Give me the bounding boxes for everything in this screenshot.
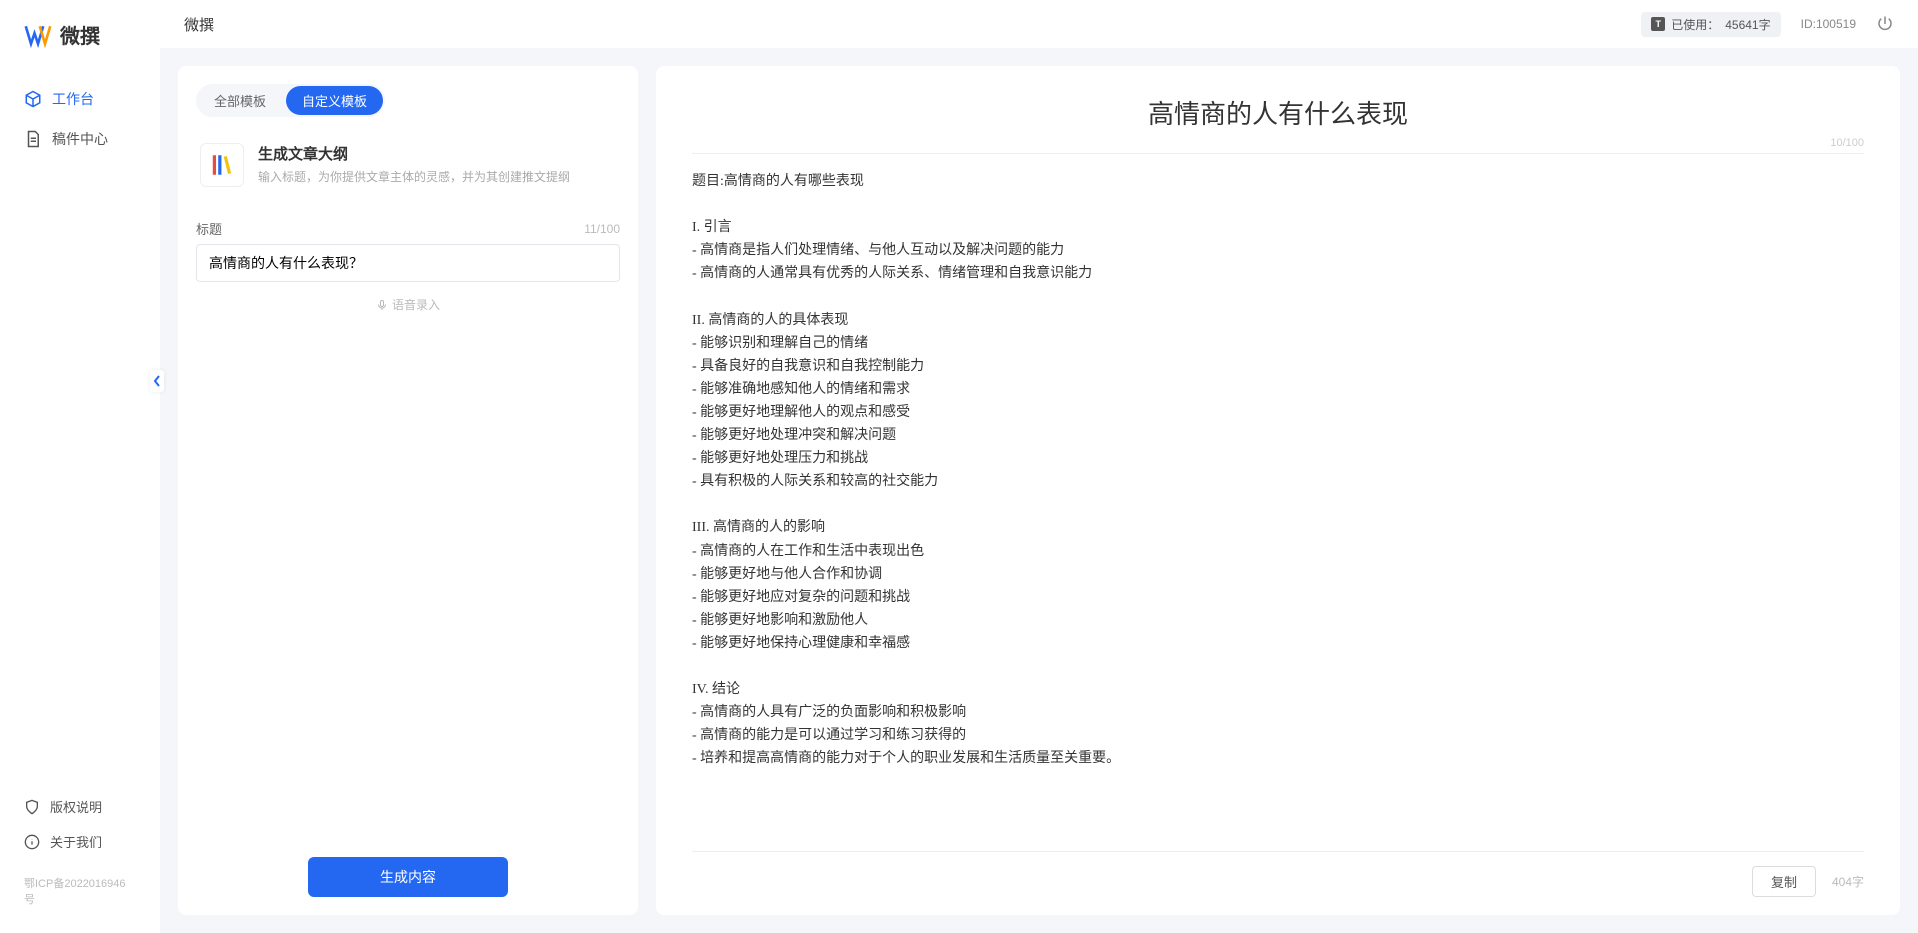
template-icon — [200, 143, 244, 187]
collapse-sidebar-button[interactable] — [150, 370, 164, 392]
logo[interactable]: 微撰 — [0, 20, 160, 79]
field-label: 标题 — [196, 219, 222, 238]
nav-drafts[interactable]: 稿件中心 — [0, 119, 160, 159]
chevron-left-icon — [153, 375, 161, 387]
title-char-count: 10/100 — [692, 137, 1864, 153]
title-field: 标题 11/100 — [196, 219, 620, 282]
title-input[interactable] — [196, 244, 620, 282]
usage-badge[interactable]: T 已使用： 45641字 — [1641, 12, 1780, 37]
template-title: 生成文章大纲 — [258, 143, 570, 164]
power-icon[interactable] — [1876, 15, 1894, 33]
text-icon: T — [1651, 17, 1665, 31]
usage-prefix: 已使用： — [1671, 16, 1719, 33]
microphone-icon — [376, 299, 388, 311]
output-footer: 复制 404字 — [692, 851, 1864, 897]
books-icon — [209, 152, 235, 178]
document-icon — [24, 130, 42, 148]
tab-custom-templates[interactable]: 自定义模板 — [286, 86, 383, 115]
nav-workbench[interactable]: 工作台 — [0, 79, 160, 119]
logo-icon — [24, 21, 52, 49]
template-tabs: 全部模板 自定义模板 — [196, 84, 385, 117]
brand-text: 微撰 — [60, 20, 100, 49]
footer-copyright[interactable]: 版权说明 — [0, 789, 160, 824]
sidebar: 微撰 工作台 稿件中心 版权说明 关于我们 鄂ICP备2022016946号 — [0, 0, 160, 933]
user-id: ID:100519 — [1801, 17, 1856, 31]
generate-button[interactable]: 生成内容 — [308, 857, 508, 897]
nav-label: 稿件中心 — [52, 129, 108, 149]
field-char-count: 11/100 — [584, 222, 620, 236]
nav-label: 工作台 — [52, 89, 94, 109]
cube-icon — [24, 90, 42, 108]
input-panel: 全部模板 自定义模板 生成文章大纲 输入标题，为你提供文章主体的灵感，并为其创建… — [178, 66, 638, 915]
template-card[interactable]: 生成文章大纲 输入标题，为你提供文章主体的灵感，并为其创建推文提纲 — [196, 135, 620, 195]
info-icon — [24, 834, 40, 850]
output-char-count: 404字 — [1832, 873, 1864, 890]
tab-all-templates[interactable]: 全部模板 — [198, 86, 282, 115]
topbar: 微撰 T 已使用： 45641字 ID:100519 — [160, 0, 1918, 48]
shield-icon — [24, 799, 40, 815]
document-body[interactable]: 题目:高情商的人有哪些表现 I. 引言 - 高情商是指人们处理情绪、与他人互动以… — [692, 170, 1864, 837]
output-panel: 高情商的人有什么表现 10/100 题目:高情商的人有哪些表现 I. 引言 - … — [656, 66, 1900, 915]
document-title[interactable]: 高情商的人有什么表现 — [692, 94, 1864, 131]
footer-nav: 版权说明 关于我们 — [0, 789, 160, 869]
footer-label: 关于我们 — [50, 832, 102, 851]
copy-button[interactable]: 复制 — [1752, 866, 1816, 897]
template-desc: 输入标题，为你提供文章主体的灵感，并为其创建推文提纲 — [258, 168, 570, 185]
icp-text: 鄂ICP备2022016946号 — [0, 869, 160, 913]
footer-label: 版权说明 — [50, 797, 102, 816]
divider — [692, 153, 1864, 154]
footer-about[interactable]: 关于我们 — [0, 824, 160, 859]
page-title: 微撰 — [184, 14, 1621, 35]
main-nav: 工作台 稿件中心 — [0, 79, 160, 789]
voice-input-button[interactable]: 语音录入 — [196, 296, 620, 313]
voice-label: 语音录入 — [392, 296, 440, 313]
usage-value: 45641字 — [1725, 16, 1770, 33]
